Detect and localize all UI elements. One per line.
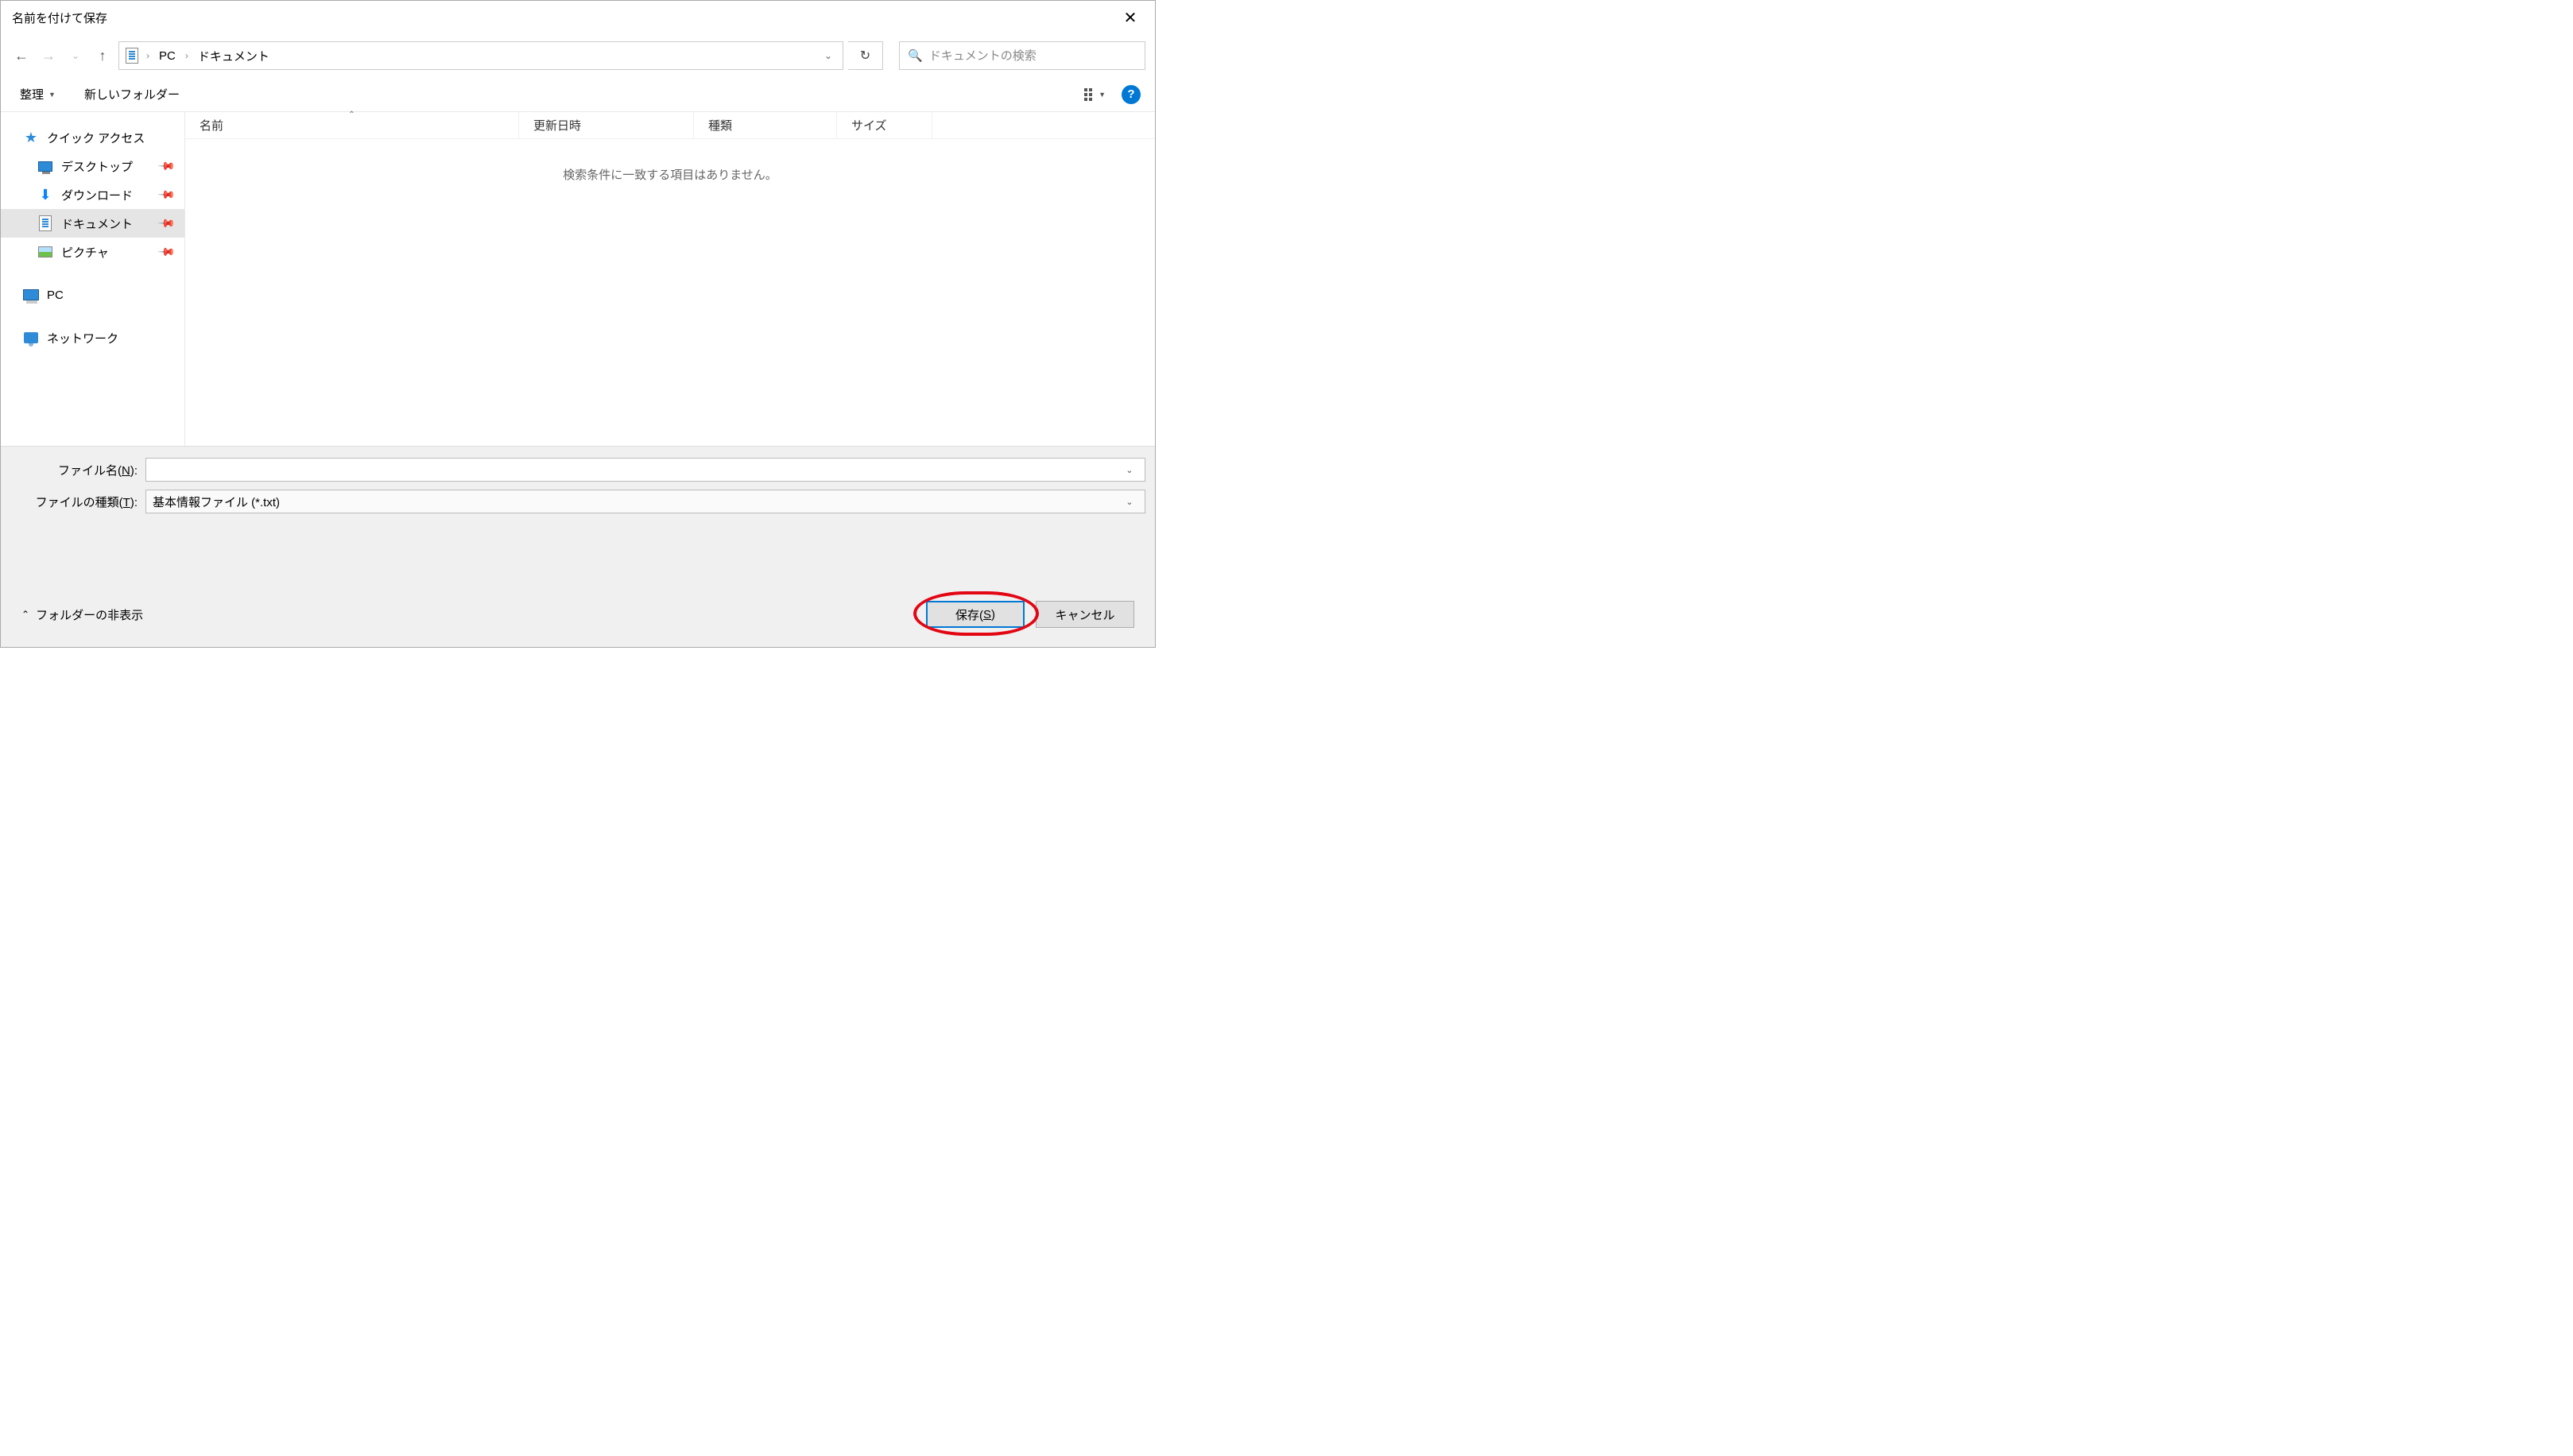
search-input[interactable] (929, 49, 1137, 63)
toolbar-right: ▼ ? (1081, 85, 1141, 104)
hide-folders-label: フォルダーの非表示 (36, 606, 143, 623)
pin-icon: 📌 (157, 157, 176, 176)
sidebar-item-network[interactable]: ネットワーク (1, 323, 184, 352)
dialog-buttons: 保存(S) キャンセル (926, 601, 1134, 628)
navigation-row: ← → ⌄ ↑ › PC › ドキュメント ⌄ ↻ 🔍 (1, 34, 1155, 77)
nav-recent-button[interactable]: ⌄ (64, 45, 87, 67)
sidebar-item-desktop[interactable]: デスクトップ 📌 (1, 152, 184, 180)
view-options-button[interactable]: ▼ (1081, 85, 1109, 104)
navigation-sidebar: ★ クイック アクセス デスクトップ 📌 ⬇ ダウンロード 📌 ドキュメント 📌… (1, 112, 185, 446)
help-button[interactable]: ? (1122, 85, 1141, 104)
cancel-label: キャンセル (1055, 606, 1114, 623)
save-as-dialog: 名前を付けて保存 ✕ ← → ⌄ ↑ › PC › ドキュメント ⌄ (0, 0, 1156, 648)
refresh-icon: ↻ (860, 48, 870, 64)
pc-icon (23, 287, 39, 303)
document-icon (37, 215, 53, 231)
list-view-icon (1084, 88, 1092, 101)
filetype-dropdown-button[interactable]: ⌄ (1121, 497, 1138, 507)
column-header-name[interactable]: ⌃ 名前 (185, 112, 519, 138)
new-folder-label: 新しいフォルダー (84, 86, 180, 103)
breadcrumb-documents[interactable]: ドキュメント (195, 46, 273, 66)
caret-down-icon: ▼ (48, 91, 56, 99)
filename-combobox[interactable]: ⌄ (145, 458, 1145, 482)
star-icon: ★ (23, 130, 39, 145)
bottom-panel: ファイル名(N): ⌄ ファイルの種類(T): 基本情報ファイル (*.txt)… (1, 446, 1155, 647)
filetype-combobox[interactable]: 基本情報ファイル (*.txt) ⌄ (145, 490, 1145, 513)
arrow-left-icon: ← (14, 48, 29, 64)
new-folder-button[interactable]: 新しいフォルダー (79, 83, 184, 106)
file-list-pane: ⌃ 名前 更新日時 種類 サイズ 検索条件に一致する項目はありません。 (185, 112, 1155, 446)
filename-label: ファイル名(N): (10, 462, 145, 478)
column-header-size[interactable]: サイズ (837, 112, 932, 138)
close-icon: ✕ (1124, 8, 1137, 28)
sort-ascending-icon: ⌃ (348, 110, 355, 119)
organize-menu[interactable]: 整理 ▼ (15, 83, 60, 106)
nav-back-button[interactable]: ← (10, 45, 33, 67)
help-icon: ? (1127, 87, 1134, 101)
pin-icon: 📌 (157, 214, 176, 233)
column-header-date[interactable]: 更新日時 (519, 112, 694, 138)
chevron-down-icon: ⌄ (1126, 465, 1133, 475)
filename-dropdown-button[interactable]: ⌄ (1121, 465, 1138, 475)
save-button[interactable]: 保存(S) (926, 601, 1025, 628)
sidebar-item-label: ダウンロード (61, 187, 133, 203)
folder-icon (124, 48, 140, 64)
column-headers: ⌃ 名前 更新日時 種類 サイズ (185, 112, 1155, 139)
arrow-up-icon: ↑ (99, 48, 107, 64)
pin-icon: 📌 (157, 185, 176, 204)
main-area: ★ クイック アクセス デスクトップ 📌 ⬇ ダウンロード 📌 ドキュメント 📌… (1, 112, 1155, 446)
hide-folders-button[interactable]: ⌃ フォルダーの非表示 (21, 606, 143, 623)
sidebar-item-label: PC (47, 288, 64, 302)
column-label: 種類 (708, 117, 732, 134)
nav-up-button[interactable]: ↑ (91, 45, 114, 67)
chevron-up-icon: ⌃ (21, 609, 29, 620)
footer: ⌃ フォルダーの非表示 保存(S) キャンセル (10, 593, 1145, 636)
breadcrumb-pc[interactable]: PC (156, 48, 179, 64)
caret-down-icon: ▼ (1099, 91, 1106, 99)
titlebar: 名前を付けて保存 ✕ (1, 1, 1155, 34)
search-icon: 🔍 (908, 48, 923, 63)
sidebar-item-documents[interactable]: ドキュメント 📌 (1, 209, 184, 238)
arrow-right-icon: → (41, 48, 56, 64)
toolbar: 整理 ▼ 新しいフォルダー ▼ ? (1, 77, 1155, 112)
download-icon: ⬇ (37, 187, 53, 203)
sidebar-item-label: ピクチャ (61, 244, 109, 261)
address-bar[interactable]: › PC › ドキュメント ⌄ (118, 41, 843, 70)
nav-forward-button[interactable]: → (37, 45, 60, 67)
address-dropdown[interactable]: ⌄ (819, 42, 838, 69)
column-label: サイズ (851, 117, 887, 134)
column-label: 名前 (200, 117, 223, 134)
chevron-right-icon: › (180, 50, 193, 61)
pictures-icon (37, 244, 53, 260)
pin-icon: 📌 (157, 242, 176, 261)
chevron-down-icon: ⌄ (824, 50, 832, 61)
search-box[interactable]: 🔍 (899, 41, 1145, 70)
column-label: 更新日時 (533, 117, 581, 134)
chevron-down-icon: ⌄ (72, 50, 79, 61)
filetype-label: ファイルの種類(T): (10, 494, 145, 510)
close-button[interactable]: ✕ (1112, 5, 1149, 30)
network-icon (23, 330, 39, 346)
dialog-title: 名前を付けて保存 (12, 10, 107, 26)
sidebar-item-downloads[interactable]: ⬇ ダウンロード 📌 (1, 180, 184, 209)
filetype-row: ファイルの種類(T): 基本情報ファイル (*.txt) ⌄ (10, 490, 1145, 513)
cancel-button[interactable]: キャンセル (1036, 601, 1134, 628)
desktop-icon (37, 158, 53, 174)
filetype-value: 基本情報ファイル (*.txt) (153, 494, 1121, 510)
sidebar-item-quick-access[interactable]: ★ クイック アクセス (1, 123, 184, 152)
sidebar-item-label: デスクトップ (61, 158, 133, 175)
chevron-down-icon: ⌄ (1126, 497, 1133, 507)
filename-row: ファイル名(N): ⌄ (10, 458, 1145, 482)
sidebar-item-label: ドキュメント (61, 215, 133, 232)
empty-results-message: 検索条件に一致する項目はありません。 (185, 139, 1155, 183)
column-header-type[interactable]: 種類 (694, 112, 837, 138)
sidebar-item-pc[interactable]: PC (1, 281, 184, 309)
sidebar-item-label: クイック アクセス (47, 130, 145, 146)
sidebar-item-pictures[interactable]: ピクチャ 📌 (1, 238, 184, 266)
sidebar-item-label: ネットワーク (47, 330, 118, 347)
chevron-right-icon: › (141, 50, 154, 61)
organize-label: 整理 (20, 86, 44, 103)
refresh-button[interactable]: ↻ (848, 41, 883, 70)
filename-input[interactable] (153, 463, 1121, 477)
